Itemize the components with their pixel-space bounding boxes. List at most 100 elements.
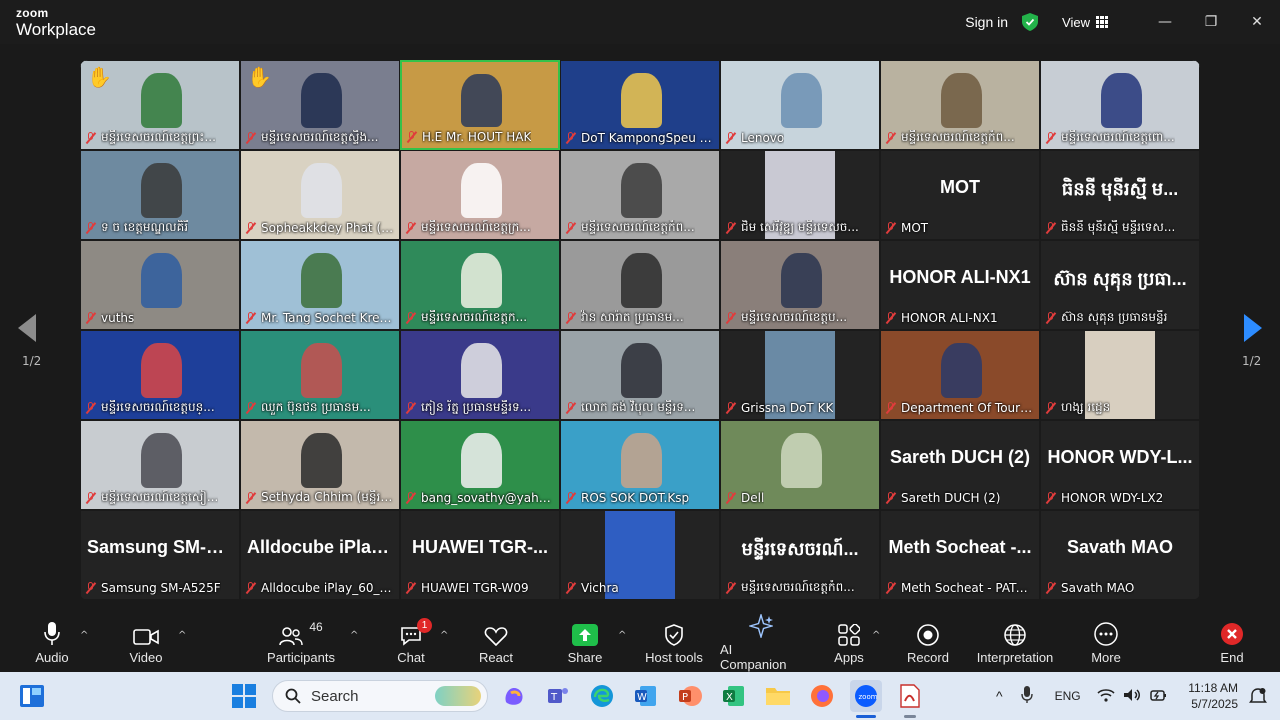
muted-microphone-icon xyxy=(405,222,417,234)
participant-tile[interactable]: DoT KampongSpeu - ... xyxy=(560,60,720,150)
participant-tile[interactable]: ហង្ស រដ្ឋេន xyxy=(1040,330,1200,420)
participant-tile[interactable]: លោក គង់ វិបុល មន្ទីរទ... xyxy=(560,330,720,420)
participant-tile[interactable]: មន្ទីរទេសចរណ៍ខេត្តកំព... xyxy=(560,150,720,240)
participant-tile[interactable]: HONOR ALI-NX1 HONOR ALI-NX1 xyxy=(880,240,1040,330)
participant-tile[interactable]: ទ ច ខេត្តមណ្ឌលគិរី xyxy=(80,150,240,240)
participant-tile[interactable]: Savath MAO Savath MAO xyxy=(1040,510,1200,600)
participant-tile[interactable]: ធិននី មុនីរស្មី ម... ធិននី មុនីរស្មី មន្ទ… xyxy=(1040,150,1200,240)
participant-tile[interactable]: Vichra xyxy=(560,510,720,600)
show-hidden-icons-chevron-icon[interactable]: ^ xyxy=(996,688,1003,704)
excel-icon[interactable]: X xyxy=(718,680,750,712)
audio-options-chevron-icon[interactable]: ^ xyxy=(80,630,88,641)
host-tools-button[interactable]: Host tools xyxy=(644,612,704,672)
apps-button[interactable]: Apps xyxy=(832,612,866,672)
muted-microphone-icon xyxy=(85,582,97,594)
edge-icon[interactable] xyxy=(586,680,618,712)
participant-tile[interactable]: Sethyda Chhim (មន្ទីរទ... xyxy=(240,420,400,510)
participant-tile[interactable]: មន្ទីរទេសចរណ៍ខេត្តពោ... xyxy=(1040,60,1200,150)
brand-big: Workplace xyxy=(16,20,96,39)
end-label: End xyxy=(1220,649,1244,665)
copilot-icon[interactable] xyxy=(498,680,530,712)
participant-tile[interactable]: ROS SOK DOT.Ksp xyxy=(560,420,720,510)
participant-tile[interactable]: Mr. Tang Sochet Kresna xyxy=(240,240,400,330)
participant-tile[interactable]: MOT MOT xyxy=(880,150,1040,240)
participant-tile[interactable]: vuths xyxy=(80,240,240,330)
participant-tile[interactable]: HONOR WDY-L... HONOR WDY-LX2 xyxy=(1040,420,1200,510)
participant-tile[interactable]: Alldocube iPlay... Alldocube iPlay_60_Lit… xyxy=(240,510,400,600)
participant-tile[interactable]: Lenovo xyxy=(720,60,880,150)
participant-tile[interactable]: Grissna DoT KK xyxy=(720,330,880,420)
participant-tile[interactable]: វ៉ាន សារ៉ាត ប្រធានម... xyxy=(560,240,720,330)
muted-microphone-icon xyxy=(85,492,97,504)
record-button[interactable]: Record xyxy=(906,612,950,672)
microphone-tray-icon[interactable] xyxy=(1020,685,1033,707)
participant-tile[interactable]: ឈួក ប៊ុនថន ប្រធានម... xyxy=(240,330,400,420)
previous-page-arrow[interactable] xyxy=(18,314,36,342)
close-button[interactable]: ✕ xyxy=(1234,0,1280,44)
participant-tile[interactable]: ស៊ាន សុគុន ប្រធា... ស៊ាន សុគុន ប្រធានមន្ទ… xyxy=(1040,240,1200,330)
chat-options-chevron-icon[interactable]: ^ xyxy=(440,630,448,641)
participant-tile[interactable]: មន្ទីរទេសចរណ៍ខេត្តប... xyxy=(720,240,880,330)
participant-name: Dell xyxy=(741,491,765,505)
video-options-chevron-icon[interactable]: ^ xyxy=(178,630,186,641)
react-button[interactable]: React xyxy=(478,612,514,672)
apps-options-chevron-icon[interactable]: ^ xyxy=(872,630,880,641)
chat-button[interactable]: 1 Chat xyxy=(394,612,432,672)
participant-tile[interactable]: bang_sovathy@yahoo.... xyxy=(400,420,560,510)
battery-icon[interactable] xyxy=(1149,688,1167,705)
participant-tile[interactable]: Meth Socheat -... Meth Socheat - PATA ... xyxy=(880,510,1040,600)
participant-tile[interactable]: ✋ មន្ទីរទេសចរណ៍ខេត្តស្ទឹង... xyxy=(240,60,400,150)
notification-bell-icon[interactable] xyxy=(1242,680,1274,712)
shield-check-icon[interactable] xyxy=(1022,13,1039,31)
restore-button[interactable]: ❐ xyxy=(1188,0,1234,44)
next-page-arrow[interactable] xyxy=(1244,314,1262,342)
sign-in-link[interactable]: Sign in xyxy=(965,14,1008,30)
participant-tile[interactable]: Sopheakkdey Phat (Do... xyxy=(240,150,400,240)
firefox-icon[interactable] xyxy=(806,680,838,712)
start-icon[interactable] xyxy=(228,680,260,712)
interpretation-button[interactable]: Interpretation xyxy=(972,612,1058,672)
participant-tile[interactable]: Dell xyxy=(720,420,880,510)
close-icon: ✕ xyxy=(1251,14,1263,30)
participants-options-chevron-icon[interactable]: ^ xyxy=(350,630,358,641)
word-icon[interactable]: W xyxy=(630,680,662,712)
more-button[interactable]: More xyxy=(1088,612,1124,672)
taskbar-search-box[interactable]: Search xyxy=(272,680,488,712)
language-indicator[interactable]: ENG xyxy=(1055,689,1081,703)
participant-tile[interactable]: ✋ មន្ទីរទេសចរណ៍ខេត្តព្រះ... xyxy=(80,60,240,150)
participant-name: មន្ទីរទេសចរណ៍ខេត្តស្ទឹង... xyxy=(261,130,379,144)
view-button[interactable]: View xyxy=(1062,15,1108,30)
volume-icon[interactable] xyxy=(1123,688,1141,705)
file-explorer-icon[interactable] xyxy=(762,680,794,712)
participant-tile[interactable]: HUAWEI TGR-... HUAWEI TGR-W09 xyxy=(400,510,560,600)
taskbar-clock[interactable]: 11:18 AM 5/7/2025 xyxy=(1188,680,1238,712)
participant-tile[interactable]: មន្ទីរទេសចរណ៍ខេត្តសៀ... xyxy=(80,420,240,510)
audio-button[interactable]: Audio xyxy=(30,612,74,672)
end-button[interactable]: End xyxy=(1214,612,1250,672)
widgets-icon[interactable] xyxy=(16,680,48,712)
participant-tile[interactable]: មន្ទីរទេសចរណ៍ខេត្តកំព... xyxy=(880,60,1040,150)
ai-companion-button[interactable]: AI Companion xyxy=(720,612,802,672)
share-button[interactable]: Share xyxy=(566,612,604,672)
participant-video xyxy=(141,253,183,308)
participant-tile[interactable]: H.E Mr. HOUT HAK xyxy=(400,60,560,150)
powerpoint-icon[interactable]: P xyxy=(674,680,706,712)
zoom-taskbar-icon[interactable]: zoom xyxy=(850,680,882,712)
participant-tile[interactable]: មន្ទីរទេសចរណ៍ខេត្តក្រ... xyxy=(400,150,560,240)
participants-button[interactable]: 46 Participants xyxy=(266,612,336,672)
muted-microphone-icon xyxy=(405,582,417,594)
participant-tile[interactable]: មន្ទីរទេសចរណ៍ខេត្តក... xyxy=(400,240,560,330)
pdf-reader-icon[interactable] xyxy=(894,680,926,712)
teams-icon[interactable]: T xyxy=(542,680,574,712)
participant-tile[interactable]: មន្ទីរទេសចរណ៍ខេត្តបន្... xyxy=(80,330,240,420)
participant-tile[interactable]: មន្ទីរទេសចរណ៍... មន្ទីរទេសចរណ៍ខេត្តកំព... xyxy=(720,510,880,600)
participant-tile[interactable]: ជិម សេរីវុឌ្ឍ មន្ទីរទេសច... xyxy=(720,150,880,240)
share-options-chevron-icon[interactable]: ^ xyxy=(618,630,626,641)
video-button[interactable]: Video xyxy=(124,612,168,672)
participant-tile[interactable]: ភៀន រ័ត្ន ប្រធានមន្ទីរទ... xyxy=(400,330,560,420)
wifi-icon[interactable] xyxy=(1097,688,1115,705)
participant-tile[interactable]: Samsung SM-A... Samsung SM-A525F xyxy=(80,510,240,600)
minimize-button[interactable]: — xyxy=(1142,0,1188,44)
participant-tile[interactable]: Department Of Touris... xyxy=(880,330,1040,420)
participant-tile[interactable]: Sareth DUCH (2) Sareth DUCH (2) xyxy=(880,420,1040,510)
